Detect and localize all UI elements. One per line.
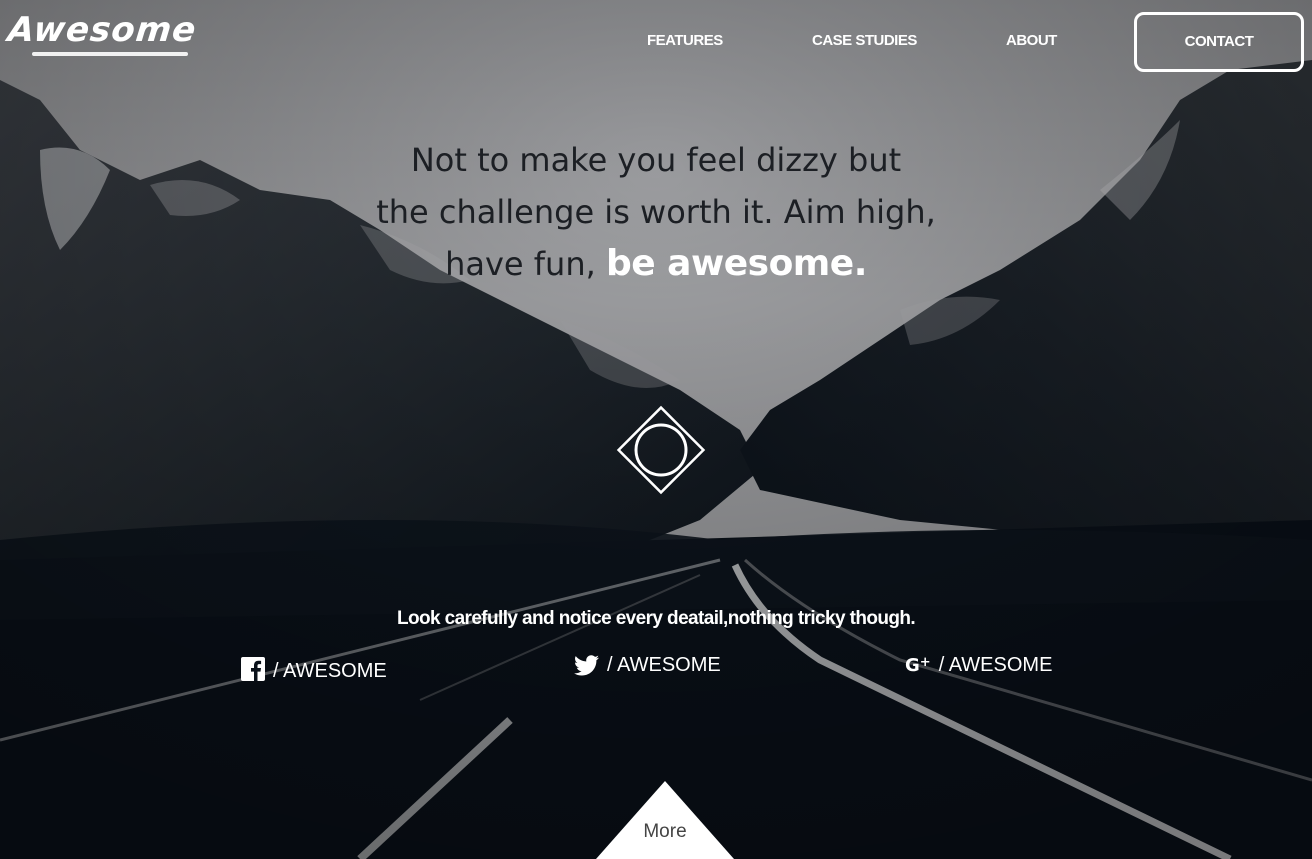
social-label-google-plus: / AWESOME xyxy=(938,654,1053,676)
hero-section: Awesome FEATURES CASE STUDIES ABOUT CONT… xyxy=(0,0,1312,859)
more-label: More xyxy=(643,821,687,842)
social-link-twitter[interactable]: / AWESOME xyxy=(574,654,721,677)
hero-line-3: have fun, be awesome. xyxy=(300,238,1012,290)
hero-headline: Not to make you feel dizzy but the chall… xyxy=(300,134,1012,290)
diamond-circle-icon xyxy=(616,405,706,495)
logo-text: Awesome xyxy=(5,10,199,50)
hero-emphasis: be awesome. xyxy=(605,243,867,284)
social-link-google-plus[interactable]: G+ / AWESOME xyxy=(905,654,1052,677)
nav-link-features[interactable]: FEATURES xyxy=(647,32,723,49)
hero-line-3-plain: have fun, xyxy=(445,245,596,283)
more-button[interactable]: More xyxy=(596,781,734,859)
nav-link-case-studies[interactable]: CASE STUDIES xyxy=(812,32,917,49)
social-label-facebook: / AWESOME xyxy=(273,660,387,682)
contact-button[interactable]: CONTACT xyxy=(1134,12,1304,72)
hero-line-2: the challenge is worth it. Aim high, xyxy=(376,193,936,231)
hero-line-1: Not to make you feel dizzy but xyxy=(410,141,902,179)
facebook-icon xyxy=(241,656,265,681)
nav-link-about[interactable]: ABOUT xyxy=(1006,32,1057,49)
social-link-facebook[interactable]: / AWESOME xyxy=(241,654,387,683)
google-plus-icon: G+ xyxy=(905,655,931,676)
social-label-twitter: / AWESOME xyxy=(607,654,721,676)
twitter-icon xyxy=(574,655,599,676)
logo[interactable]: Awesome xyxy=(5,8,199,60)
more-triangle-shape xyxy=(596,781,734,859)
tagline: Look carefully and notice every deatail,… xyxy=(396,608,916,629)
logo-brush-underline xyxy=(32,52,188,56)
